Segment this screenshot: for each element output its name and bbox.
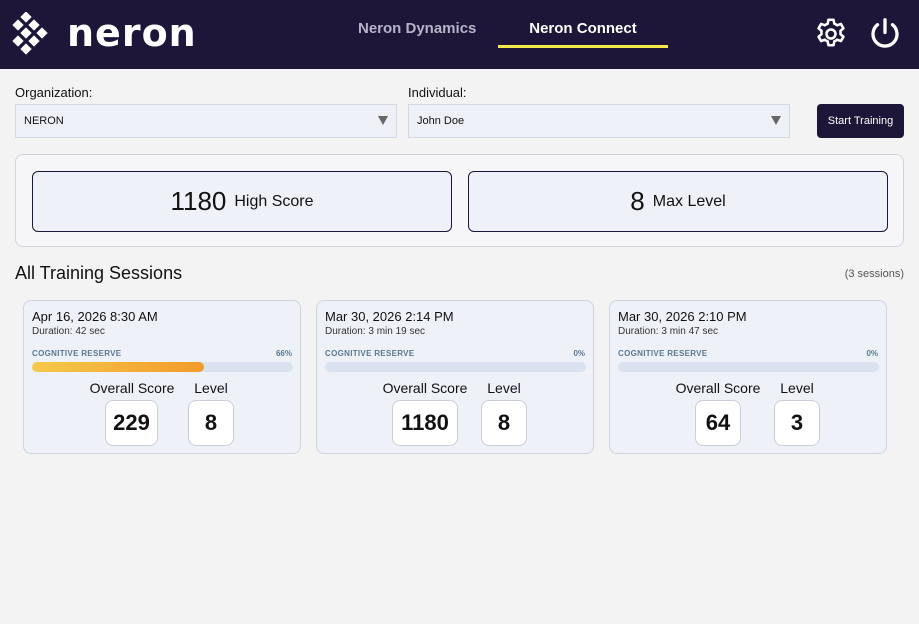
cognitive-reserve-bar	[32, 362, 293, 372]
organization-select[interactable]: NERON	[15, 104, 397, 138]
power-icon	[871, 18, 899, 48]
app-header: neron Neron Dynamics Neron Connect	[0, 0, 919, 69]
session-duration: Duration: 3 min 19 sec	[325, 326, 426, 337]
session-date: Mar 30, 2026 2:14 PM	[325, 309, 454, 324]
individual-select[interactable]: John Doe	[408, 104, 790, 138]
session-card[interactable]: Mar 30, 2026 2:14 PM Duration: 3 min 19 …	[316, 300, 594, 454]
caret-down-icon	[378, 116, 388, 125]
level-label: Level	[194, 380, 228, 396]
cognitive-reserve-percent: 66%	[275, 349, 292, 358]
overall-score-value: 1180	[392, 400, 458, 446]
overall-score-label: Overall Score	[675, 380, 761, 396]
high-score-box: 1180 High Score	[32, 171, 452, 232]
organization-value: NERON	[24, 115, 64, 127]
max-level-box: 8 Max Level	[468, 171, 888, 232]
sessions-count: (3 sessions)	[844, 268, 904, 280]
power-button[interactable]	[867, 16, 903, 57]
session-date: Mar 30, 2026 2:10 PM	[618, 309, 747, 324]
caret-down-icon	[771, 116, 781, 125]
summary-panel: 1180 High Score 8 Max Level	[15, 154, 904, 247]
level-label: Level	[487, 380, 521, 396]
gear-icon	[817, 18, 845, 47]
overall-score-value: 64	[695, 400, 741, 446]
overall-score-value: 229	[105, 400, 158, 446]
neron-logo-icon	[12, 12, 48, 55]
tab-neron-dynamics[interactable]: Neron Dynamics	[358, 20, 476, 48]
cognitive-reserve-bar	[618, 362, 879, 372]
cognitive-reserve-percent: 0%	[866, 349, 878, 358]
high-score-label: High Score	[234, 192, 314, 210]
overall-score-label: Overall Score	[89, 380, 175, 396]
level-value: 8	[481, 400, 527, 446]
organization-label: Organization:	[15, 85, 93, 100]
session-card[interactable]: Apr 16, 2026 8:30 AM Duration: 42 sec CO…	[23, 300, 301, 454]
session-duration: Duration: 42 sec	[32, 326, 105, 337]
cognitive-reserve-percent: 0%	[573, 349, 585, 358]
logo-text: neron	[67, 11, 197, 55]
level-label: Level	[780, 380, 814, 396]
cognitive-reserve-fill	[32, 362, 205, 372]
overall-score-label: Overall Score	[382, 380, 468, 396]
settings-button[interactable]	[813, 16, 849, 57]
session-duration: Duration: 3 min 47 sec	[618, 326, 719, 337]
cognitive-reserve-label: COGNITIVE RESERVE	[618, 349, 708, 358]
session-card[interactable]: Mar 30, 2026 2:10 PM Duration: 3 min 47 …	[609, 300, 887, 454]
active-tab-indicator	[498, 45, 668, 48]
cognitive-reserve-bar	[325, 362, 586, 372]
logo[interactable]: neron	[9, 12, 197, 58]
max-level-label: Max Level	[652, 192, 726, 210]
individual-label: Individual:	[408, 85, 467, 100]
sessions-title: All Training Sessions	[15, 263, 183, 283]
level-value: 8	[188, 400, 234, 446]
high-score-value: 1180	[170, 186, 227, 216]
cognitive-reserve-label: COGNITIVE RESERVE	[32, 349, 122, 358]
start-training-button[interactable]: Start Training	[817, 104, 904, 138]
max-level-value: 8	[630, 186, 645, 216]
session-date: Apr 16, 2026 8:30 AM	[32, 309, 158, 324]
level-value: 3	[774, 400, 820, 446]
cognitive-reserve-label: COGNITIVE RESERVE	[325, 349, 415, 358]
individual-value: John Doe	[417, 115, 465, 127]
tab-neron-connect[interactable]: Neron Connect	[498, 20, 668, 48]
